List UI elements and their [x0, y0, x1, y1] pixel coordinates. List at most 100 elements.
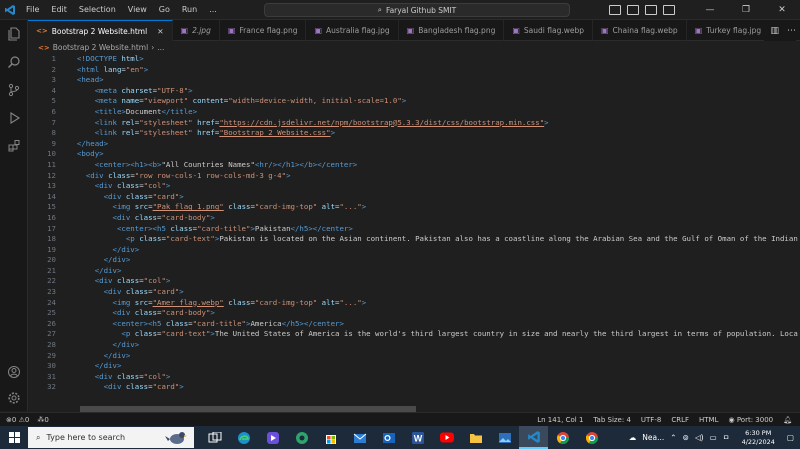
- weather-icon[interactable]: ☁: [629, 433, 637, 442]
- breadcrumb-file[interactable]: Bootstrap 2 Website.html: [53, 43, 148, 52]
- code-line[interactable]: 20 </div>: [28, 255, 800, 266]
- language-mode[interactable]: HTML: [699, 416, 718, 424]
- live-server-status[interactable]: ◉ Port: 3000: [728, 416, 773, 424]
- weather-label[interactable]: Nea...: [642, 433, 664, 442]
- encoding[interactable]: UTF-8: [641, 416, 661, 424]
- tab-image[interactable]: ▣ Turkey flag.jpg: [687, 20, 771, 41]
- more-actions-icon[interactable]: ⋯: [787, 26, 796, 36]
- code-line[interactable]: 9 </head>: [28, 139, 800, 150]
- code-line[interactable]: 1 <!DOCTYPE html>: [28, 54, 800, 65]
- tab-image[interactable]: ▣ 2.jpg: [173, 20, 220, 41]
- chrome-icon[interactable]: [548, 426, 577, 449]
- code-line[interactable]: 29 </div>: [28, 351, 800, 362]
- problems-status[interactable]: ⊗0 ⚠0: [6, 416, 29, 424]
- photos-icon[interactable]: [490, 426, 519, 449]
- show-hidden-icons-chevron-icon[interactable]: ⌃: [670, 433, 676, 442]
- close-tab-icon[interactable]: ✕: [157, 27, 163, 36]
- accounts-icon[interactable]: [0, 358, 28, 386]
- clock[interactable]: 6:30 PM 4/22/2024: [736, 429, 781, 447]
- explorer-icon[interactable]: [0, 20, 28, 48]
- chrome-profile-icon[interactable]: [577, 426, 606, 449]
- code-line[interactable]: 16 <div class="card-body">: [28, 213, 800, 224]
- manage-gear-icon[interactable]: [0, 384, 28, 412]
- menu-more[interactable]: ...: [203, 0, 223, 20]
- code-line[interactable]: 12 <div class="row row-cols-1 row-cols-m…: [28, 171, 800, 182]
- menu-file[interactable]: File: [20, 0, 45, 20]
- code-line[interactable]: 19 </div>: [28, 245, 800, 256]
- menu-go[interactable]: Go: [153, 0, 176, 20]
- tab-image[interactable]: ▣ France flag.png: [220, 20, 307, 41]
- microsoft-store-icon[interactable]: [316, 426, 345, 449]
- code-line[interactable]: 23 <div class="card">: [28, 287, 800, 298]
- customize-layout-icon[interactable]: [663, 5, 675, 15]
- menu-edit[interactable]: Edit: [45, 0, 73, 20]
- tab-image[interactable]: ▣ Australia flag.jpg: [306, 20, 399, 41]
- tab-image[interactable]: ▣ Bangladesh flag.png: [399, 20, 505, 41]
- search-sidebar-icon[interactable]: [0, 48, 28, 76]
- restore-button[interactable]: ❐: [728, 0, 764, 20]
- network-icon[interactable]: ⊚: [683, 433, 689, 442]
- code-line[interactable]: 8 <link rel="stylesheet" href="Bootstrap…: [28, 128, 800, 139]
- code-line[interactable]: 2 <html lang="en">: [28, 65, 800, 76]
- code-line[interactable]: 7 <link rel="stylesheet" href="https://c…: [28, 118, 800, 129]
- end-of-line[interactable]: CRLF: [671, 416, 689, 424]
- ports-status[interactable]: ⁂0: [37, 416, 48, 424]
- toggle-primary-sidebar-icon[interactable]: [609, 5, 621, 15]
- code-line[interactable]: 30 </div>: [28, 361, 800, 372]
- source-control-icon[interactable]: [0, 76, 28, 104]
- code-line[interactable]: 10 <body>: [28, 149, 800, 160]
- toggle-secondary-sidebar-icon[interactable]: [645, 5, 657, 15]
- code-line[interactable]: 32 <div class="card">: [28, 382, 800, 393]
- windows-start-icon[interactable]: [0, 426, 28, 449]
- code-line[interactable]: 14 <div class="card">: [28, 192, 800, 203]
- close-window-button[interactable]: ✕: [764, 0, 800, 20]
- code-line[interactable]: 18 <p class="card-text">Pakistan is loca…: [28, 234, 800, 245]
- mail-icon[interactable]: [345, 426, 374, 449]
- run-debug-icon[interactable]: [0, 104, 28, 132]
- edge-browser-icon[interactable]: [229, 426, 258, 449]
- code-line[interactable]: 21 </div>: [28, 266, 800, 277]
- code-line[interactable]: 4 <meta charset="UTF-8">: [28, 86, 800, 97]
- code-line[interactable]: 26 <center><h5 class="card-title">Americ…: [28, 319, 800, 330]
- minimize-button[interactable]: —: [692, 0, 728, 20]
- code-line[interactable]: 5 <meta name="viewport" content="width=d…: [28, 96, 800, 107]
- menu-selection[interactable]: Selection: [73, 0, 122, 20]
- code-line[interactable]: 15 <img src="Pak flag 1.png" class="card…: [28, 202, 800, 213]
- language-icon[interactable]: ㅁ: [723, 432, 730, 443]
- battery-icon[interactable]: ▭: [710, 433, 717, 442]
- code-line[interactable]: 24 <img src="Amer flag.webp" class="card…: [28, 298, 800, 309]
- code-line[interactable]: 27 <p class="card-text">The United State…: [28, 329, 800, 340]
- code-line[interactable]: 25 <div class="card-body">: [28, 308, 800, 319]
- volume-icon[interactable]: ◁): [695, 433, 704, 442]
- code-line[interactable]: 17 <center><h5 class="card-title">Pakist…: [28, 224, 800, 235]
- code-line[interactable]: 22 <div class="col">: [28, 276, 800, 287]
- split-editor-icon[interactable]: ▥: [770, 26, 779, 36]
- notifications-bell-icon[interactable]: 🔔︎: [783, 416, 792, 424]
- code-editor[interactable]: 1 <!DOCTYPE html> 2 <html lang="en"> 3 <he…: [28, 54, 800, 412]
- tab-size[interactable]: Tab Size: 4: [593, 416, 630, 424]
- command-center-search[interactable]: ⌕ Faryal Github SMIT: [264, 3, 570, 17]
- edge-dev-icon[interactable]: [287, 426, 316, 449]
- code-line[interactable]: 6 <title>Document</title>: [28, 107, 800, 118]
- menu-view[interactable]: View: [122, 0, 153, 20]
- tab-image[interactable]: ▣ Chaina flag.webp: [593, 20, 687, 41]
- outlook-icon[interactable]: [374, 426, 403, 449]
- code-line[interactable]: 11 <center><h1><b>"All Countries Names"<…: [28, 160, 800, 171]
- code-line[interactable]: 31 <div class="col">: [28, 372, 800, 383]
- word-icon[interactable]: W: [403, 426, 432, 449]
- file-explorer-icon[interactable]: [461, 426, 490, 449]
- youtube-icon[interactable]: [432, 426, 461, 449]
- media-player-icon[interactable]: [258, 426, 287, 449]
- notification-center-icon[interactable]: ▢: [787, 433, 800, 442]
- task-view-icon[interactable]: [200, 426, 229, 449]
- taskbar-search-box[interactable]: ⌕ Type here to search: [28, 427, 194, 448]
- cursor-position[interactable]: Ln 141, Col 1: [537, 416, 583, 424]
- breadcrumb-more[interactable]: ...: [157, 43, 164, 52]
- code-line[interactable]: 13 <div class="col">: [28, 181, 800, 192]
- vscode-taskbar-icon[interactable]: [519, 426, 548, 449]
- code-line[interactable]: 3 <head>: [28, 75, 800, 86]
- toggle-panel-icon[interactable]: [627, 5, 639, 15]
- tab-image[interactable]: ▣ Saudi flag.webp: [504, 20, 593, 41]
- extensions-icon[interactable]: [0, 132, 28, 160]
- tab-bootstrap-html[interactable]: <> Bootstrap 2 Website.html ✕: [28, 20, 173, 41]
